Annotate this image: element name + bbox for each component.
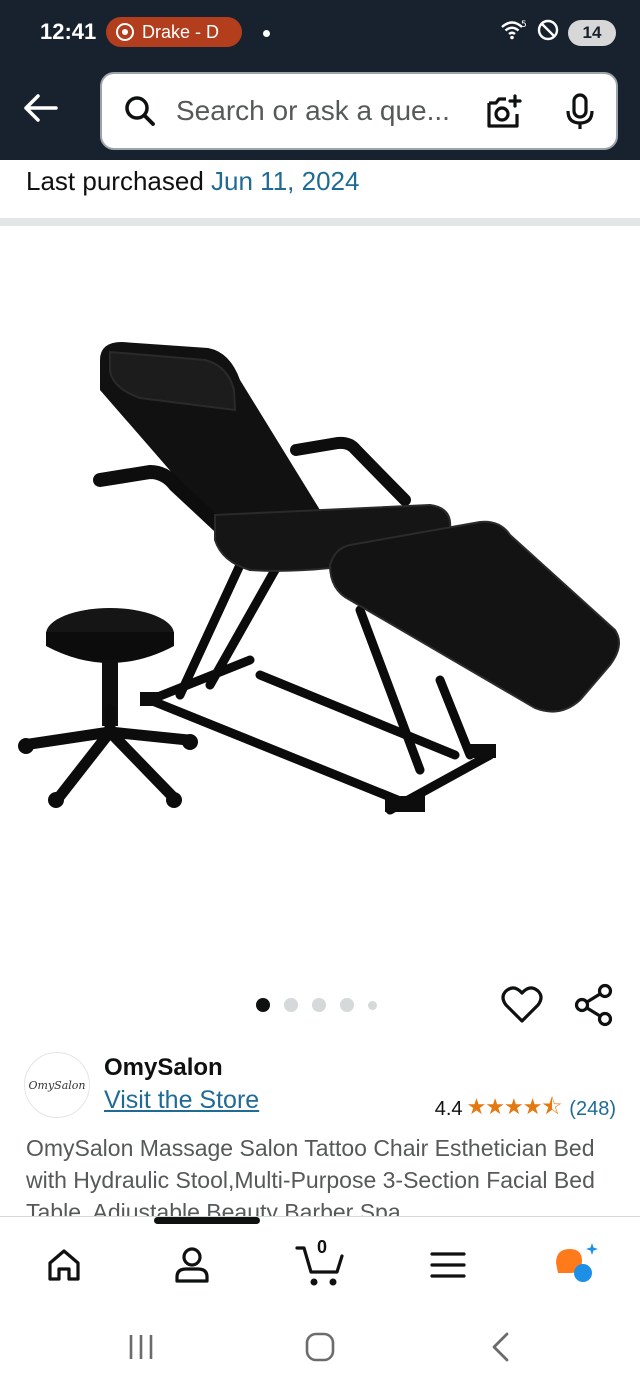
product-page: 12:41 Drake - D 5 14 Search or ask a que… <box>0 0 640 1388</box>
battery-level: 14 <box>582 22 602 42</box>
last-purchased-label: Last purchased <box>26 166 204 196</box>
heart-icon <box>501 986 543 1023</box>
add-to-list-button[interactable] <box>500 983 544 1027</box>
section-divider <box>0 218 640 226</box>
nav-account[interactable] <box>164 1241 220 1289</box>
media-notification-pill[interactable]: Drake - D <box>106 17 242 47</box>
home-square-icon <box>305 1332 335 1362</box>
nav-cart[interactable]: 0 <box>292 1237 348 1289</box>
rating-value: 4.4 <box>434 1097 463 1120</box>
media-icon <box>116 23 134 41</box>
battery-indicator: 14 <box>568 19 616 46</box>
home-system-button[interactable] <box>300 1330 340 1364</box>
store-logo[interactable]: OmySalon <box>24 1052 90 1118</box>
nav-home[interactable] <box>36 1241 92 1289</box>
chevron-left-icon <box>492 1332 509 1362</box>
nav-menu[interactable] <box>420 1241 476 1289</box>
do-not-disturb-icon <box>536 18 560 47</box>
product-image[interactable] <box>0 300 640 840</box>
hamburger-menu-icon <box>430 1252 466 1278</box>
image-carousel-dots[interactable] <box>256 998 377 1012</box>
carousel-dot[interactable] <box>256 998 270 1012</box>
status-icons: 5 14 <box>500 18 616 47</box>
app-header: 12:41 Drake - D 5 14 Search or ask a que… <box>0 0 640 160</box>
microphone-icon[interactable] <box>562 92 598 137</box>
visit-store-link[interactable]: Visit the Store <box>104 1086 259 1115</box>
search-input[interactable]: Search or ask a que... <box>176 95 466 127</box>
carousel-dot[interactable] <box>340 998 354 1012</box>
rating-summary[interactable]: 4.4 ★★★★⯪ (248) <box>435 1090 616 1128</box>
last-purchased-notice: Last purchased Jun 11, 2024 <box>26 166 359 197</box>
system-back-button[interactable] <box>480 1330 520 1364</box>
back-button[interactable] <box>18 88 62 128</box>
back-arrow-icon <box>24 94 58 122</box>
media-label: Drake - D <box>142 21 220 42</box>
star-rating-icon: ★★★★⯪ <box>466 1094 563 1119</box>
wifi-label: 5 <box>521 20 527 30</box>
product-title: OmySalon Massage Salon Tattoo Chair Esth… <box>26 1135 595 1216</box>
rufus-assistant-icon <box>556 1243 598 1282</box>
review-count-link[interactable]: (248) <box>569 1098 616 1121</box>
carousel-dot[interactable] <box>284 998 298 1012</box>
notification-dot <box>263 30 270 37</box>
person-icon <box>175 1247 209 1283</box>
store-logo-text: OmySalon <box>28 1078 86 1092</box>
search-bar[interactable]: Search or ask a que... <box>100 72 618 150</box>
nav-rufus-assistant[interactable] <box>548 1241 604 1289</box>
share-button[interactable] <box>572 983 616 1027</box>
system-navigation-bar <box>0 1300 640 1388</box>
home-icon <box>48 1249 80 1281</box>
last-purchased-date[interactable]: Jun 11, 2024 <box>211 166 359 196</box>
camera-search-icon[interactable] <box>484 92 524 137</box>
cart-count: 0 <box>316 1237 327 1257</box>
store-name: OmySalon <box>104 1054 223 1081</box>
carousel-dot[interactable] <box>368 1000 377 1010</box>
status-time: 12:41 <box>40 19 97 44</box>
search-icon <box>122 93 162 129</box>
wifi-icon: 5 <box>500 18 528 47</box>
carousel-dot[interactable] <box>312 998 326 1012</box>
share-icon <box>574 983 613 1027</box>
bottom-navigation: 0 <box>0 1216 640 1300</box>
recent-apps-button[interactable] <box>121 1330 161 1364</box>
recent-apps-icon <box>129 1335 153 1359</box>
active-tab-indicator <box>154 1217 260 1224</box>
